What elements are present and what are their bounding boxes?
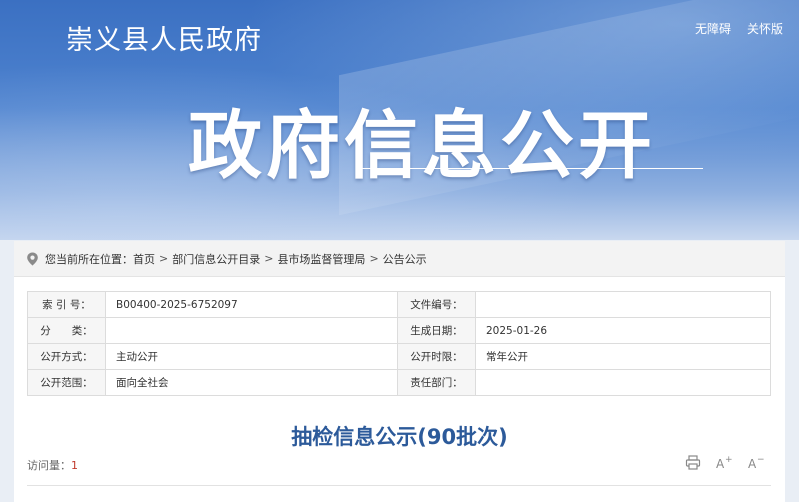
breadcrumb: 您当前所在位置： 首页 > 部门信息公开目录 > 县市场监督管理局 > 公告公示 bbox=[14, 241, 785, 277]
category-label: 分 类： bbox=[27, 317, 106, 344]
document-number-value bbox=[475, 291, 771, 318]
disclosure-scope-value: 面向全社会 bbox=[105, 369, 398, 396]
responsible-dept-label: 责任部门： bbox=[397, 369, 476, 396]
svg-text:A: A bbox=[748, 457, 757, 470]
article-tools: A + A − bbox=[685, 455, 765, 470]
header-banner: 崇义县人民政府 无障碍 关怀版 政府信息公开 bbox=[0, 0, 799, 240]
breadcrumb-market-bureau[interactable]: 县市场监督管理局 bbox=[277, 251, 365, 267]
table-row: 公开范围： 面向全社会 责任部门： bbox=[27, 369, 771, 396]
disclosure-scope-label: 公开范围： bbox=[27, 369, 106, 396]
svg-text:+: + bbox=[725, 455, 733, 465]
hero-underline bbox=[362, 168, 703, 169]
table-row: 分 类： 生成日期： 2025-01-26 bbox=[27, 317, 771, 344]
breadcrumb-announcements[interactable]: 公告公示 bbox=[383, 251, 427, 267]
content-panel: 您当前所在位置： 首页 > 部门信息公开目录 > 县市场监督管理局 > 公告公示… bbox=[14, 241, 785, 502]
hero-title: 政府信息公开 bbox=[188, 103, 656, 189]
visits-label: 访问量： bbox=[27, 459, 71, 472]
breadcrumb-separator: > bbox=[159, 252, 169, 265]
article-title: 抽检信息公示(90批次) bbox=[291, 425, 508, 449]
breadcrumb-prefix: 您当前所在位置： bbox=[45, 252, 133, 266]
site-title[interactable]: 崇义县人民政府 bbox=[66, 18, 262, 57]
location-pin-icon bbox=[27, 252, 38, 265]
print-icon bbox=[685, 455, 701, 470]
document-number-label: 文件编号： bbox=[397, 291, 476, 318]
table-row: 公开方式： 主动公开 公开时限： 常年公开 bbox=[27, 343, 771, 370]
top-links: 无障碍 关怀版 bbox=[695, 20, 783, 37]
font-decrease-button[interactable]: A − bbox=[747, 455, 765, 470]
table-row: 索 引 号： B00400-2025-6752097 文件编号： bbox=[27, 291, 771, 318]
svg-text:A: A bbox=[716, 457, 725, 470]
visits-count: 1 bbox=[71, 459, 78, 472]
created-date-label: 生成日期： bbox=[397, 317, 476, 344]
visit-counter: 访问量：1 bbox=[27, 457, 78, 473]
index-number-label: 索 引 号： bbox=[27, 291, 106, 318]
metadata-table: 索 引 号： B00400-2025-6752097 文件编号： 分 类： 生成… bbox=[27, 291, 771, 396]
index-number-value: B00400-2025-6752097 bbox=[105, 291, 398, 318]
responsible-dept-value bbox=[475, 369, 771, 396]
font-increase-button[interactable]: A + bbox=[715, 455, 733, 470]
font-decrease-icon: A − bbox=[748, 455, 765, 470]
svg-text:−: − bbox=[757, 455, 765, 465]
print-button[interactable] bbox=[685, 455, 701, 470]
disclosure-method-label: 公开方式： bbox=[27, 343, 106, 370]
breadcrumb-dept-catalog[interactable]: 部门信息公开目录 bbox=[172, 251, 260, 267]
breadcrumb-separator: > bbox=[264, 252, 274, 265]
elder-care-mode-link[interactable]: 关怀版 bbox=[747, 20, 783, 37]
disclosure-method-value: 主动公开 bbox=[105, 343, 398, 370]
divider bbox=[27, 485, 771, 486]
font-increase-icon: A + bbox=[716, 455, 733, 470]
category-value bbox=[105, 317, 398, 344]
created-date-value: 2025-01-26 bbox=[475, 317, 771, 344]
disclosure-period-label: 公开时限： bbox=[397, 343, 476, 370]
breadcrumb-home[interactable]: 首页 bbox=[133, 251, 155, 267]
accessibility-link[interactable]: 无障碍 bbox=[695, 20, 731, 37]
breadcrumb-separator: > bbox=[369, 252, 379, 265]
disclosure-period-value: 常年公开 bbox=[475, 343, 771, 370]
